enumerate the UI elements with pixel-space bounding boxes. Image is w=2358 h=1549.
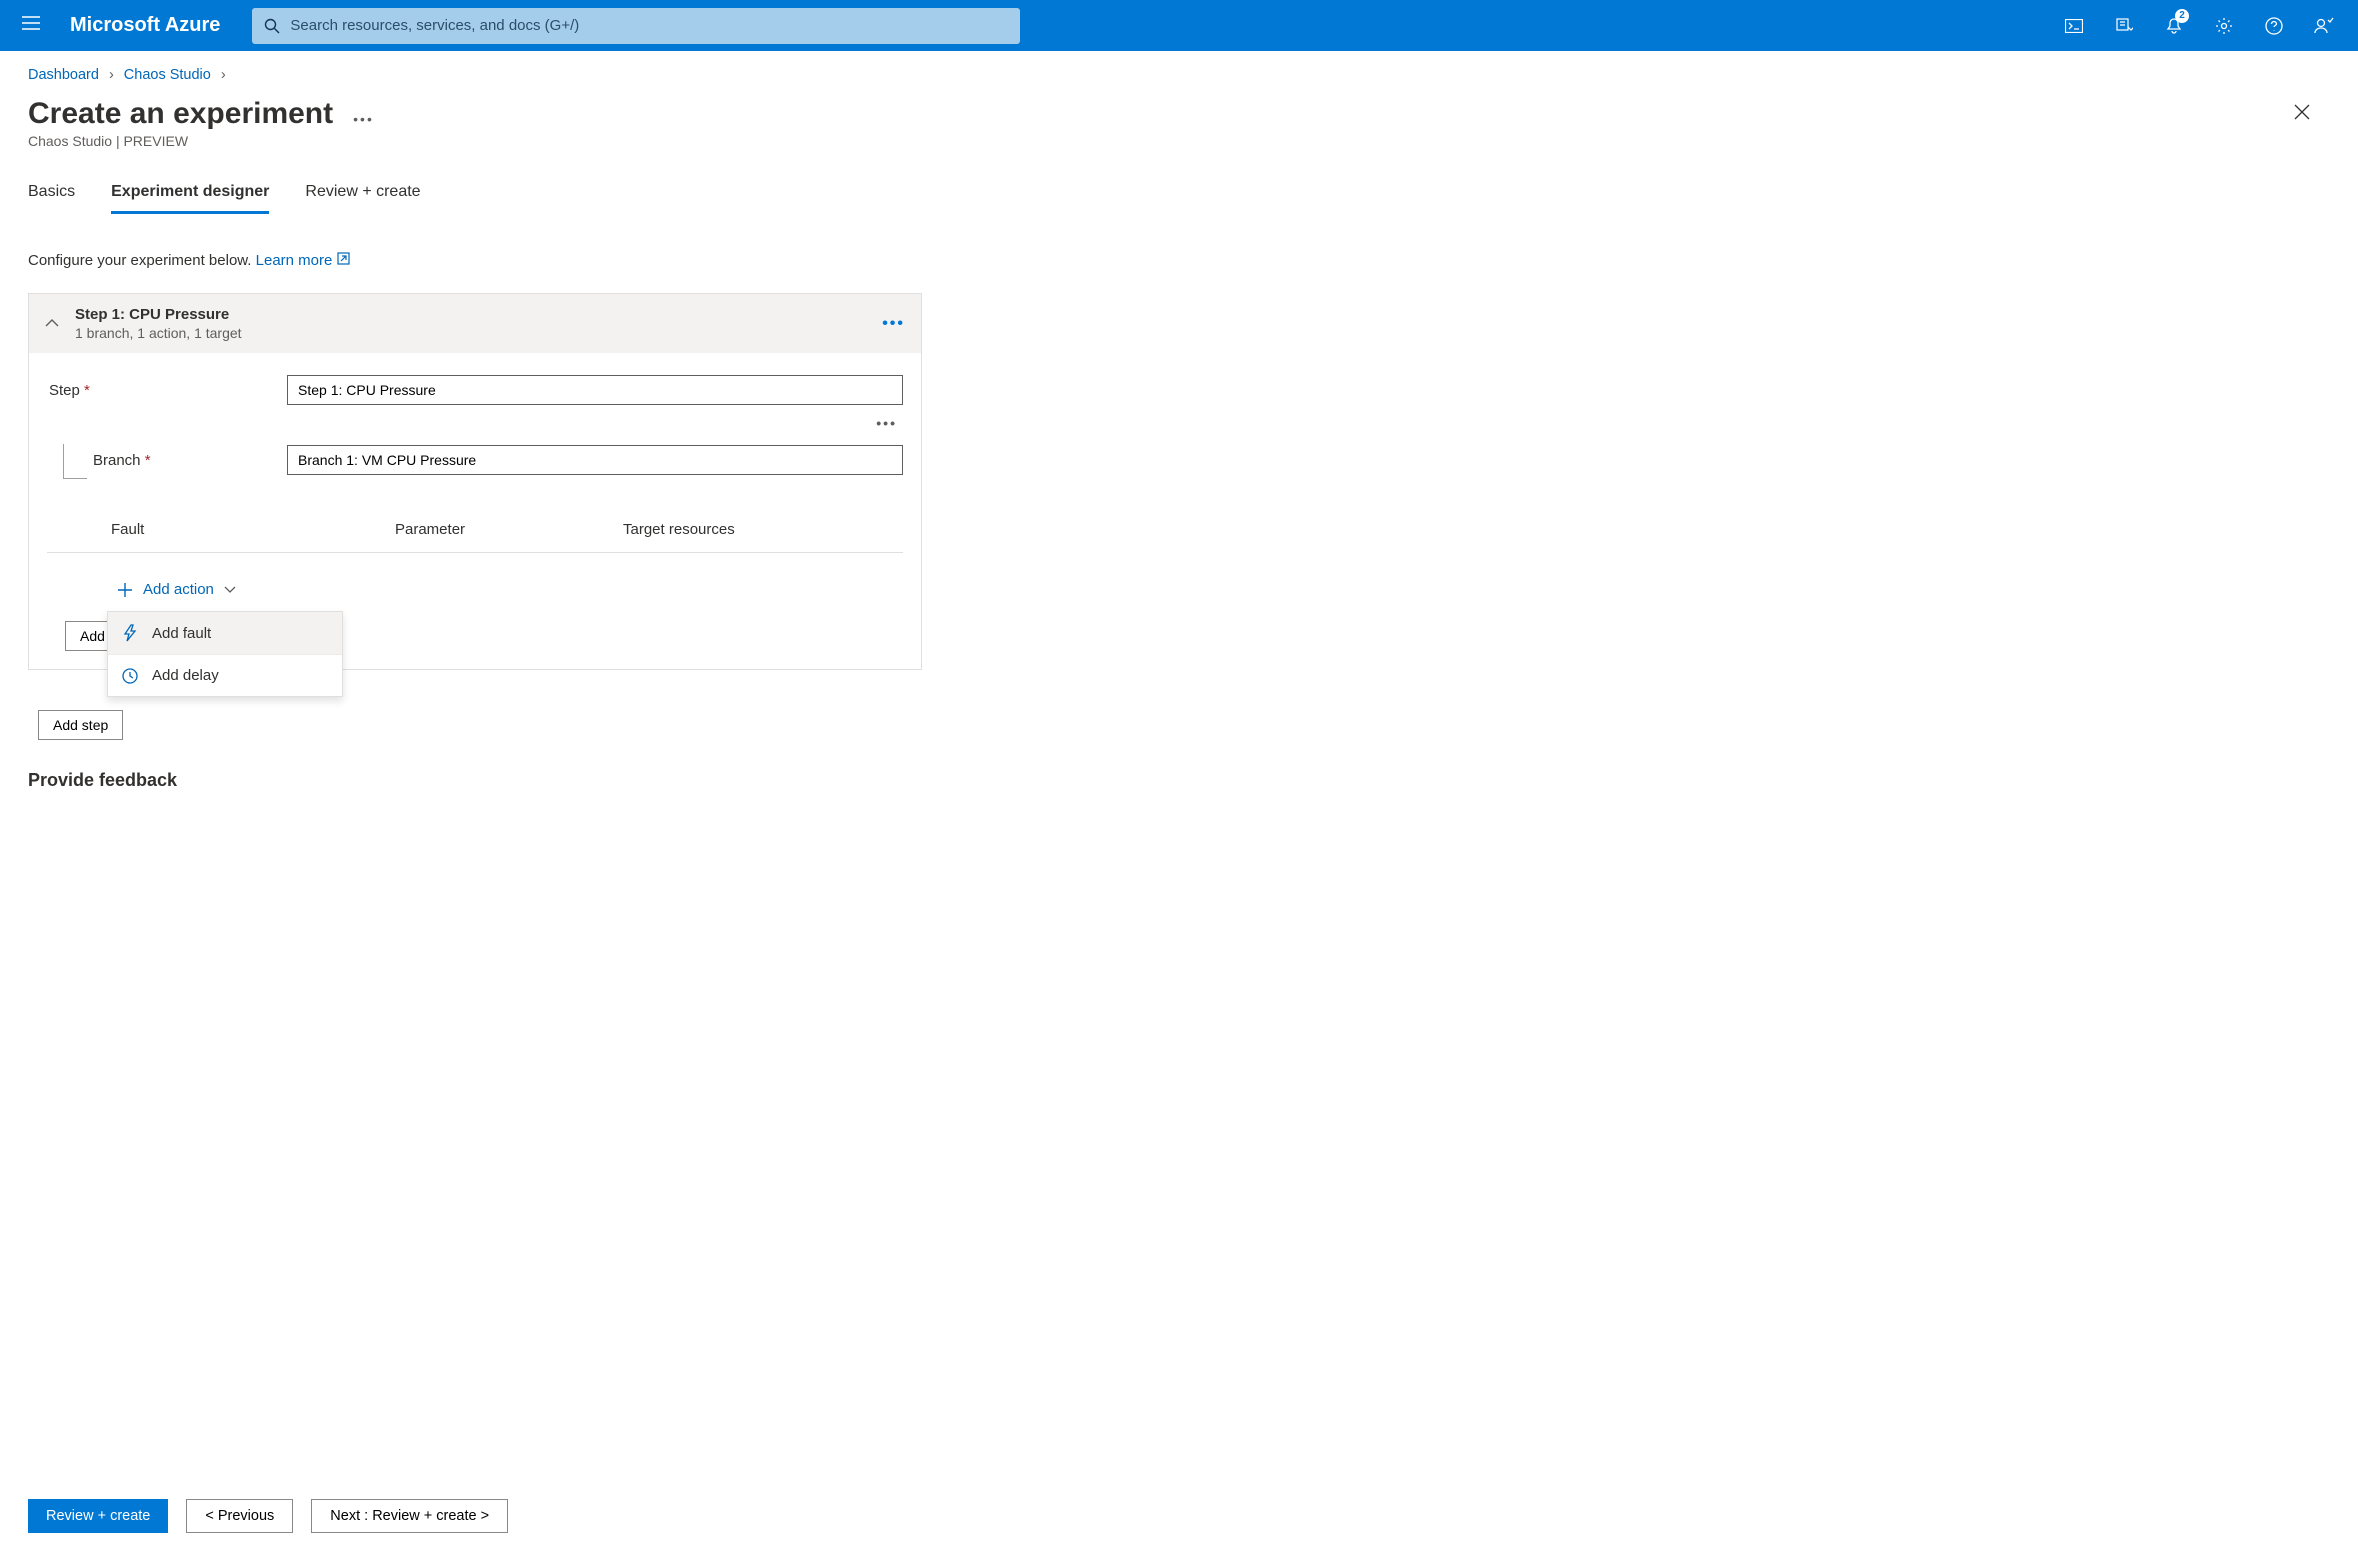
feedback-icon (2314, 17, 2334, 35)
step-name-input[interactable] (287, 375, 903, 405)
page-title-row: Create an experiment ••• (28, 97, 2330, 131)
step-panel: Step 1: CPU Pressure 1 branch, 1 action,… (28, 293, 922, 670)
chevron-down-icon (224, 586, 236, 594)
directory-filter-button[interactable] (2100, 2, 2148, 50)
settings-button[interactable] (2200, 2, 2248, 50)
tab-review-create[interactable]: Review + create (305, 183, 420, 214)
cloud-shell-button[interactable] (2050, 2, 2098, 50)
chevron-up-icon (45, 318, 59, 328)
filter-icon (2115, 17, 2133, 35)
topbar-actions: 2 (2050, 2, 2348, 50)
footer-actions: Review + create < Previous Next : Review… (28, 1483, 2330, 1549)
th-parameter: Parameter (395, 521, 623, 538)
config-text: Configure your experiment below. Learn m… (28, 252, 2322, 269)
branch-name-input[interactable] (287, 445, 903, 475)
previous-button[interactable]: < Previous (186, 1499, 293, 1533)
add-fault-item[interactable]: Add fault (108, 612, 342, 655)
fault-table-header: Fault Parameter Target resources (47, 485, 903, 553)
breadcrumb-dashboard[interactable]: Dashboard (28, 67, 99, 83)
th-target: Target resources (623, 521, 735, 538)
branch-label: Branch * (47, 452, 287, 469)
tab-basics[interactable]: Basics (28, 183, 75, 214)
notifications-button[interactable]: 2 (2150, 2, 2198, 50)
tabs: Basics Experiment designer Review + crea… (28, 183, 2330, 214)
topbar: Microsoft Azure 2 (0, 0, 2358, 51)
hamburger-icon (22, 16, 40, 30)
cloud-shell-icon (2065, 19, 2083, 33)
next-button[interactable]: Next : Review + create > (311, 1499, 508, 1533)
step-header: Step 1: CPU Pressure 1 branch, 1 action,… (29, 294, 921, 353)
branch-field-row: Branch * (47, 445, 903, 475)
search-box[interactable] (252, 8, 1020, 44)
notification-badge: 2 (2175, 9, 2189, 23)
step-more-button[interactable]: ••• (882, 315, 905, 333)
review-create-button[interactable]: Review + create (28, 1499, 168, 1533)
add-action-dropdown: Add fault Add delay (107, 611, 343, 697)
step-header-title: Step 1: CPU Pressure (75, 306, 882, 323)
chevron-right-icon: › (109, 67, 114, 83)
step-body: Step * ••• Branch * Fault (29, 353, 921, 669)
step-header-subtitle: 1 branch, 1 action, 1 target (75, 325, 882, 341)
page-title: Create an experiment (28, 97, 333, 131)
hamburger-menu[interactable] (10, 8, 52, 43)
search-input[interactable] (290, 17, 1008, 34)
help-button[interactable] (2250, 2, 2298, 50)
collapse-step-button[interactable] (45, 315, 59, 333)
content-area: Dashboard › Chaos Studio › Create an exp… (0, 51, 2358, 1549)
breadcrumb-chaos-studio[interactable]: Chaos Studio (124, 67, 211, 83)
close-button[interactable] (2288, 98, 2316, 131)
page-subtitle: Chaos Studio | PREVIEW (28, 133, 2330, 149)
feedback-button[interactable] (2300, 2, 2348, 50)
gear-icon (2215, 17, 2233, 35)
step-label: Step * (47, 382, 287, 399)
feedback-heading: Provide feedback (28, 770, 2322, 791)
add-step-button[interactable]: Add step (38, 710, 123, 740)
step-field-row: Step * (47, 375, 903, 405)
plus-icon (117, 582, 133, 598)
add-action-button[interactable]: Add action (117, 581, 236, 598)
th-fault: Fault (111, 521, 395, 538)
help-icon (2265, 17, 2283, 35)
search-container (252, 8, 1020, 44)
page-title-more-button[interactable]: ••• (353, 101, 374, 127)
tab-experiment-designer[interactable]: Experiment designer (111, 183, 269, 214)
breadcrumb: Dashboard › Chaos Studio › (28, 67, 2330, 83)
scroll-area[interactable]: Configure your experiment below. Learn m… (28, 252, 2330, 1483)
lightning-icon (122, 624, 138, 642)
add-delay-item[interactable]: Add delay (108, 655, 342, 696)
external-link-icon (337, 252, 350, 269)
search-icon (264, 18, 280, 34)
chevron-right-icon: › (221, 67, 226, 83)
branch-more-button[interactable]: ••• (876, 415, 897, 431)
clock-icon (122, 668, 138, 684)
close-icon (2294, 104, 2310, 120)
learn-more-link[interactable]: Learn more (256, 252, 333, 269)
brand-logo[interactable]: Microsoft Azure (52, 14, 252, 37)
